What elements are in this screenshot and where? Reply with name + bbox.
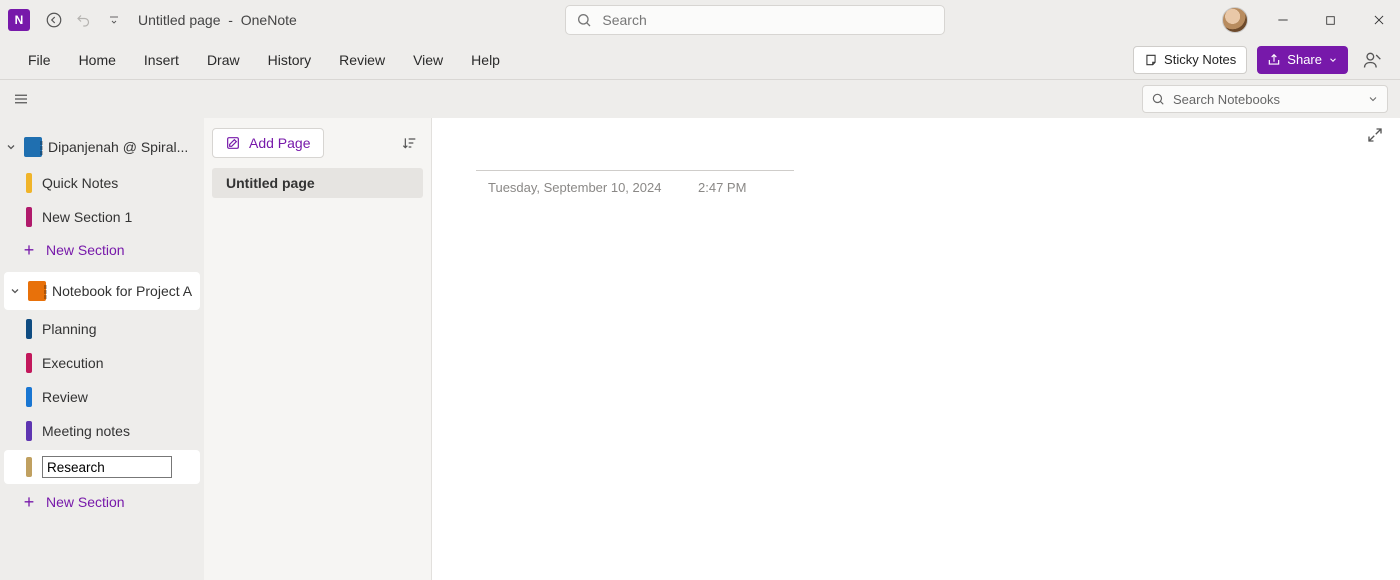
add-page-button[interactable]: Add Page	[212, 128, 324, 158]
page-time: 2:47 PM	[698, 180, 746, 195]
notebook-icon	[28, 281, 46, 301]
chevron-down-icon	[8, 284, 22, 298]
page-title-line	[476, 170, 794, 171]
sort-pages-button[interactable]	[397, 130, 423, 156]
window-title: Untitled page - OneNote	[138, 12, 297, 28]
window-title-page: Untitled page	[138, 12, 221, 28]
page-canvas[interactable]: Tuesday, September 10, 2024 2:47 PM	[432, 118, 1400, 580]
menu-view[interactable]: View	[399, 46, 457, 74]
content-area: Dipanjenah @ Spiral... Quick Notes New S…	[0, 118, 1400, 580]
nav-toggle-button[interactable]	[8, 86, 34, 112]
menu-insert[interactable]: Insert	[130, 46, 193, 74]
new-section-button[interactable]: + New Section	[0, 486, 204, 518]
share-button[interactable]: Share	[1257, 46, 1348, 74]
window-title-app: OneNote	[241, 12, 297, 28]
menu-review[interactable]: Review	[325, 46, 399, 74]
menu-draw[interactable]: Draw	[193, 46, 254, 74]
menu-file[interactable]: File	[14, 46, 65, 74]
menu-home[interactable]: Home	[65, 46, 130, 74]
page-list-item[interactable]: Untitled page	[212, 168, 423, 198]
section-new-section-1[interactable]: New Section 1	[0, 200, 204, 234]
fullscreen-button[interactable]	[1366, 126, 1388, 148]
section-meeting-notes[interactable]: Meeting notes	[0, 414, 204, 448]
plus-icon: +	[22, 492, 36, 513]
compose-icon	[225, 135, 241, 151]
search-box[interactable]: Search	[565, 5, 945, 35]
chevron-down-icon	[1367, 93, 1379, 105]
close-button[interactable]	[1366, 7, 1392, 33]
onenote-app-icon: N	[8, 9, 30, 31]
plus-icon: +	[22, 240, 36, 261]
notebook-row[interactable]: Dipanjenah @ Spiral...	[0, 128, 204, 166]
section-research-editing[interactable]	[4, 450, 200, 484]
minimize-button[interactable]	[1270, 7, 1296, 33]
menu-help[interactable]: Help	[457, 46, 514, 74]
notebook-icon	[24, 137, 42, 157]
section-review[interactable]: Review	[0, 380, 204, 414]
notebook-row[interactable]: Notebook for Project A	[4, 272, 200, 310]
section-quick-notes[interactable]: Quick Notes	[0, 166, 204, 200]
search-icon	[576, 12, 592, 28]
search-notebooks-input[interactable]: Search Notebooks	[1142, 85, 1388, 113]
sticky-note-icon	[1144, 53, 1158, 67]
maximize-button[interactable]	[1318, 7, 1344, 33]
section-execution[interactable]: Execution	[0, 346, 204, 380]
search-placeholder: Search	[602, 12, 646, 28]
feedback-icon[interactable]	[1358, 46, 1386, 74]
subbar: Search Notebooks	[0, 80, 1400, 118]
back-button[interactable]	[40, 6, 68, 34]
section-planning[interactable]: Planning	[0, 312, 204, 346]
chevron-down-icon	[4, 140, 18, 154]
notebook-label: Dipanjenah @ Spiral...	[48, 139, 188, 155]
menu-history[interactable]: History	[254, 46, 326, 74]
notebook-label: Notebook for Project A	[52, 283, 192, 299]
chevron-down-icon	[1328, 55, 1338, 65]
sticky-notes-button[interactable]: Sticky Notes	[1133, 46, 1247, 74]
page-date: Tuesday, September 10, 2024	[488, 180, 661, 195]
search-icon	[1151, 92, 1165, 106]
qat-dropdown[interactable]	[100, 6, 128, 34]
sort-icon	[402, 135, 418, 151]
menubar: File Home Insert Draw History Review Vie…	[0, 40, 1400, 80]
section-rename-input[interactable]	[42, 456, 172, 478]
titlebar: N Untitled page - OneNote Search	[0, 0, 1400, 40]
notebook-sidebar: Dipanjenah @ Spiral... Quick Notes New S…	[0, 118, 204, 580]
new-section-button[interactable]: + New Section	[0, 234, 204, 266]
account-avatar[interactable]	[1222, 7, 1248, 33]
share-icon	[1267, 53, 1281, 67]
undo-button[interactable]	[70, 6, 98, 34]
page-list-panel: Add Page Untitled page	[204, 118, 432, 580]
